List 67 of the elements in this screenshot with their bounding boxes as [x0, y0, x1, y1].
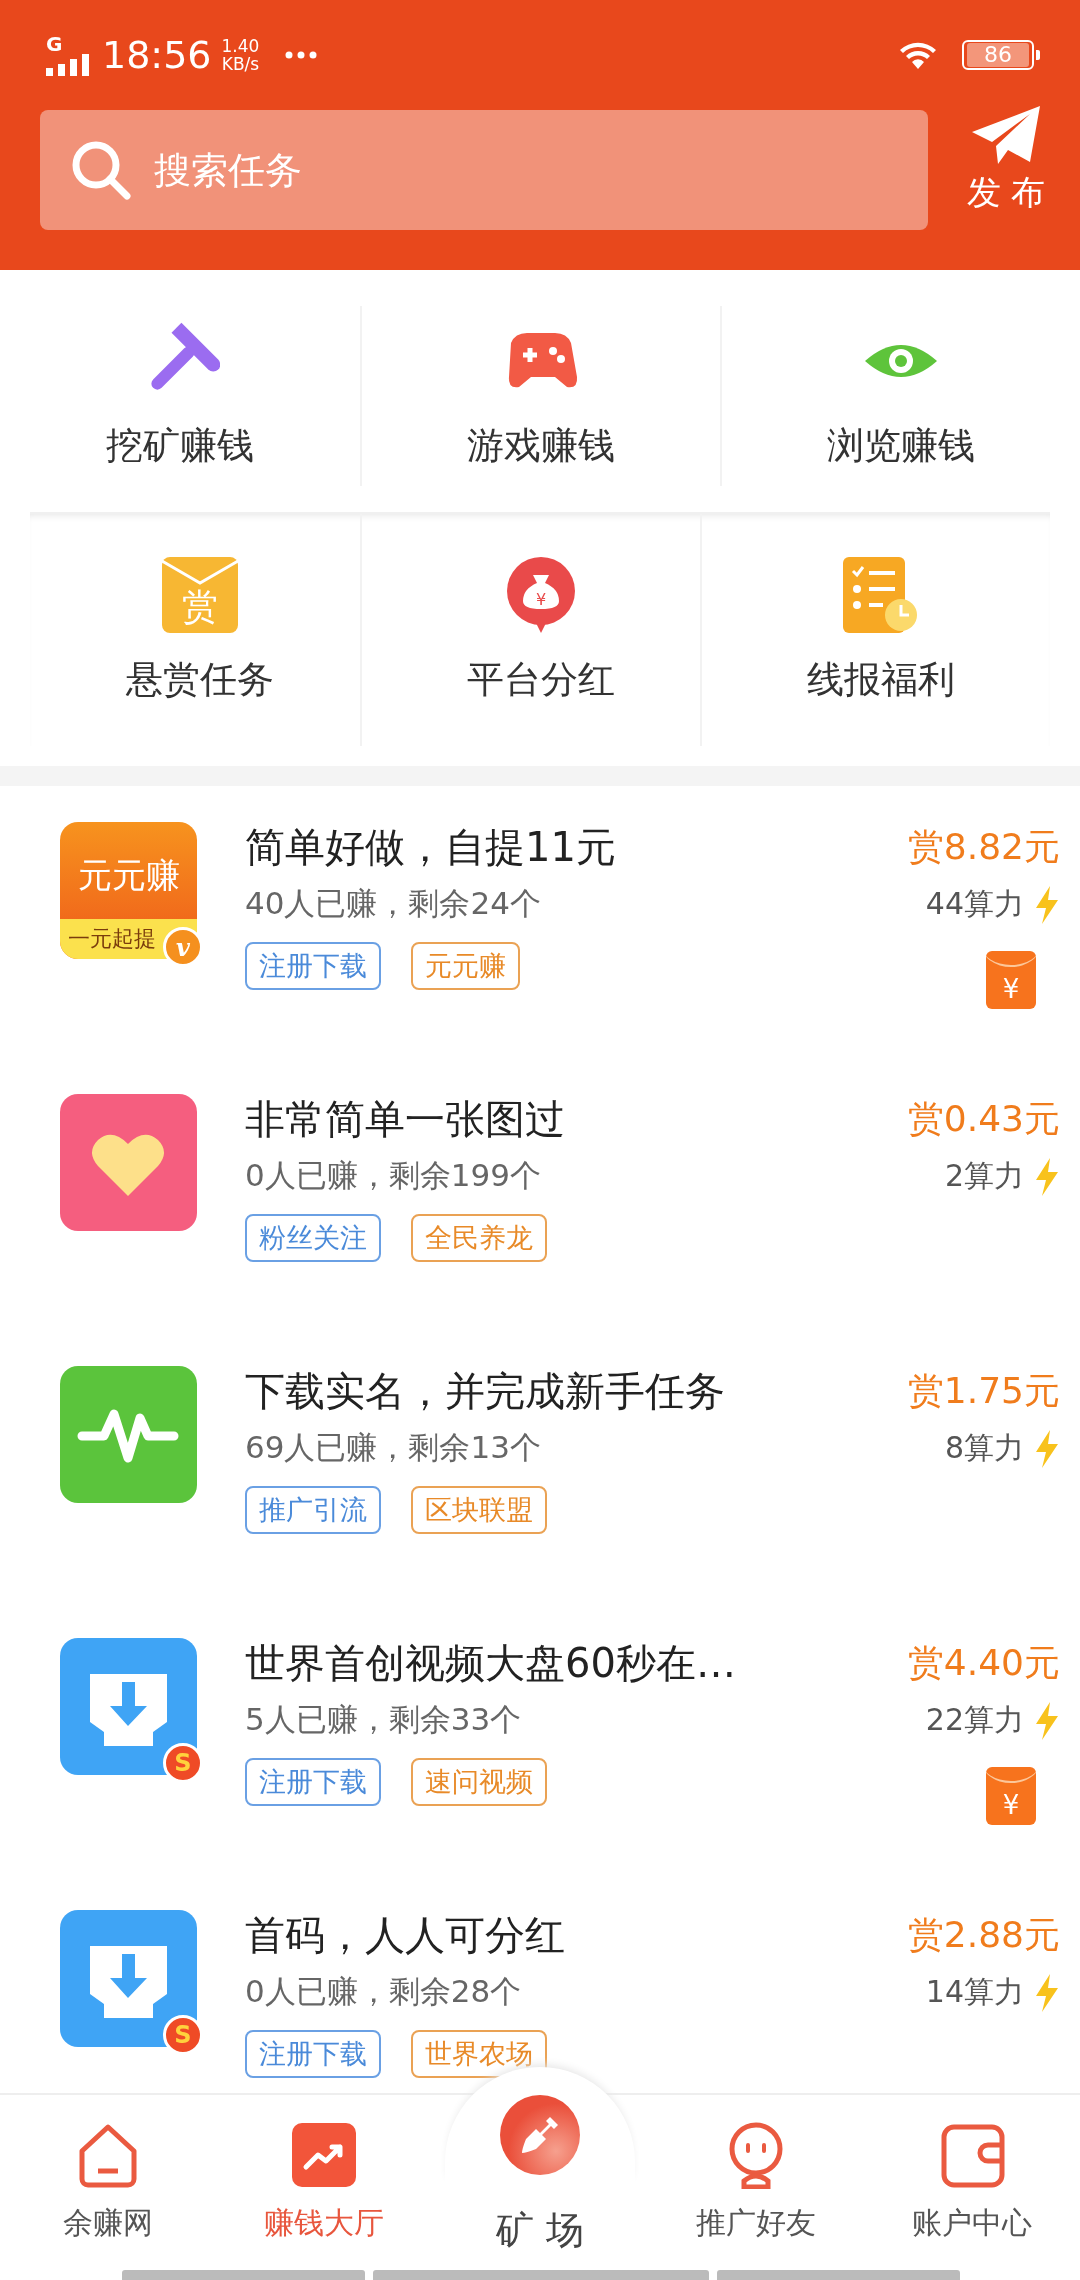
lightning-icon	[1034, 1701, 1060, 1740]
download-app-icon	[60, 1638, 197, 1775]
power-points: 44算力	[925, 885, 1024, 923]
reward-amount: 赏4.40元	[907, 1641, 1060, 1685]
task-title: 首码，人人可分红	[245, 1911, 566, 1960]
task-tag: 注册下载	[245, 2030, 381, 2078]
trend-chart-icon	[290, 2121, 358, 2189]
battery-icon: 86	[962, 40, 1034, 70]
reward-amount: 赏8.82元	[907, 825, 1060, 869]
task-tag: 注册下载	[245, 1758, 381, 1806]
publish-button[interactable]: 发 布	[956, 104, 1056, 216]
task-tag: 注册下载	[245, 942, 381, 990]
category-button[interactable]: 线报福利	[700, 514, 1060, 746]
search-icon	[70, 139, 132, 201]
nav-tab[interactable]: 余赚网	[0, 2095, 216, 2270]
envelope-icon: 赏	[160, 555, 240, 635]
wifi-icon	[898, 40, 938, 70]
task-stats: 0人已赚，剩余28个	[245, 1972, 523, 2010]
power-points: 2算力	[944, 1157, 1024, 1195]
system-nav-bar[interactable]	[717, 2270, 960, 2280]
category-button[interactable]: ¥ 平台分红	[360, 514, 720, 746]
category-button[interactable]: 浏览赚钱	[720, 306, 1080, 486]
download-app-icon	[60, 1910, 197, 2047]
task-title: 下载实名，并完成新手任务	[245, 1367, 726, 1416]
power-points: 14算力	[925, 1973, 1024, 2011]
category-button[interactable]: 游戏赚钱	[360, 306, 720, 486]
app-badge: S	[163, 1743, 203, 1783]
task-tag: 推广引流	[245, 1486, 381, 1534]
task-tag: 全民养龙	[411, 1214, 547, 1262]
task-tag: 速问视频	[411, 1758, 547, 1806]
lightning-icon	[1034, 1973, 1060, 2012]
power-points: 8算力	[944, 1429, 1024, 1467]
task-stats: 40人已赚，剩余24个	[245, 884, 542, 922]
reward-amount: 赏0.43元	[907, 1097, 1060, 1141]
task-tag: 元元赚	[411, 942, 520, 990]
task-tag: 粉丝关注	[245, 1214, 381, 1262]
paper-plane-icon	[970, 104, 1042, 166]
lightning-icon	[1034, 885, 1060, 924]
lightning-icon	[1034, 1429, 1060, 1468]
task-title: 非常简单一张图过	[245, 1095, 566, 1144]
system-nav-bar[interactable]	[122, 2270, 365, 2280]
pulse-app-icon	[60, 1366, 197, 1503]
lightning-icon	[1034, 1157, 1060, 1196]
reward-amount: 赏2.88元	[907, 1913, 1060, 1957]
power-points: 22算力	[925, 1701, 1024, 1739]
nav-tab[interactable]: 推广好友	[648, 2095, 864, 2270]
task-stats: 0人已赚，剩余199个	[245, 1156, 542, 1194]
app-badge: S	[163, 2015, 203, 2055]
task-title: 简单好做，自提11元	[245, 823, 617, 872]
heart-app-icon	[60, 1094, 197, 1231]
reward-amount: 赏1.75元	[907, 1369, 1060, 1413]
category-button[interactable]: 挖矿赚钱	[0, 306, 360, 486]
task-stats: 69人已赚，剩余13个	[245, 1428, 542, 1466]
task-stats: 5人已赚，剩余33个	[245, 1700, 523, 1738]
network-type: G	[46, 34, 63, 54]
speed-unit: KB/s	[221, 55, 260, 73]
nav-tab[interactable]: 矿 场	[432, 2095, 648, 2270]
signal-icon	[46, 54, 92, 76]
nav-tab[interactable]: 赚钱大厅	[216, 2095, 432, 2270]
task-tag: 区块联盟	[411, 1486, 547, 1534]
task-title: 世界首创视频大盘60秒在…	[245, 1639, 737, 1688]
network-speed: 1.40	[221, 37, 260, 55]
nav-tab[interactable]: 账户中心	[864, 2095, 1080, 2270]
more-icon	[285, 51, 318, 59]
system-nav-bar[interactable]	[373, 2270, 709, 2280]
search-field[interactable]: 搜索任务	[40, 110, 928, 230]
clock-time: 18:56	[102, 33, 212, 77]
